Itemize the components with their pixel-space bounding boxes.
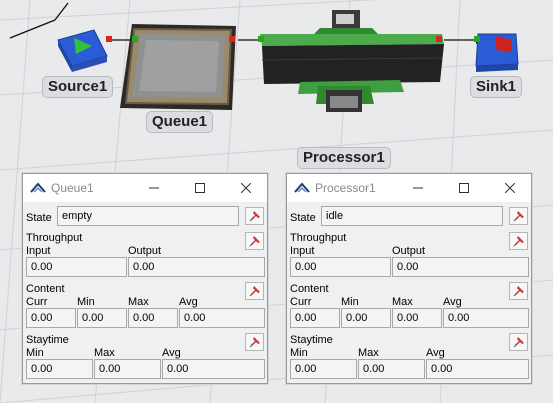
maximize-button[interactable] xyxy=(177,174,223,202)
curr-label: Curr xyxy=(26,296,48,308)
content-min-field[interactable]: 0.00 xyxy=(341,308,391,328)
close-icon xyxy=(241,183,251,193)
content-label: Content xyxy=(26,283,65,295)
flexsim-logo-icon xyxy=(30,182,46,193)
pin-button[interactable] xyxy=(245,333,264,351)
pin-icon xyxy=(513,337,524,348)
source-object[interactable] xyxy=(57,29,112,72)
maximize-icon xyxy=(195,183,205,193)
pin-button[interactable] xyxy=(245,232,264,250)
content-label: Content xyxy=(290,283,329,295)
close-icon xyxy=(505,183,515,193)
content-max-field[interactable]: 0.00 xyxy=(392,308,442,328)
pin-icon xyxy=(249,211,260,222)
minimize-button[interactable] xyxy=(131,174,177,202)
staytime-max-field[interactable]: 0.00 xyxy=(94,359,161,379)
pin-icon xyxy=(513,236,524,247)
window-titlebar[interactable]: Processor1 xyxy=(287,174,531,202)
max-label: Max xyxy=(128,296,149,308)
content-curr-field[interactable]: 0.00 xyxy=(26,308,76,328)
avg-label: Avg xyxy=(443,296,462,308)
processor-object[interactable] xyxy=(258,10,444,112)
minimize-button[interactable] xyxy=(395,174,441,202)
queue-properties-window[interactable]: Queue1 State empty Throughput Input Outp… xyxy=(22,173,268,384)
input-field[interactable]: 0.00 xyxy=(26,257,127,277)
output-label: Output xyxy=(128,245,162,257)
staytime-label: Staytime xyxy=(26,334,69,346)
source-label[interactable]: Source1 xyxy=(42,76,114,98)
window-title: Processor1 xyxy=(315,181,376,195)
flexsim-logo-icon xyxy=(294,182,310,193)
curr-label: Curr xyxy=(290,296,312,308)
staytime-min-label: Min xyxy=(290,347,308,359)
state-label: State xyxy=(26,212,52,224)
window-title: Queue1 xyxy=(51,181,94,195)
pin-button[interactable] xyxy=(509,282,528,300)
content-max-field[interactable]: 0.00 xyxy=(128,308,178,328)
throughput-label: Throughput xyxy=(290,232,347,244)
staytime-max-label: Max xyxy=(94,347,115,359)
close-button[interactable] xyxy=(487,174,533,202)
sink-object[interactable] xyxy=(474,33,519,72)
state-label: State xyxy=(290,212,316,224)
staytime-avg-field[interactable]: 0.00 xyxy=(162,359,265,379)
sink-label[interactable]: Sink1 xyxy=(470,76,523,98)
staytime-label: Staytime xyxy=(290,334,333,346)
pin-button[interactable] xyxy=(509,333,528,351)
staytime-min-field[interactable]: 0.00 xyxy=(290,359,357,379)
output-field[interactable]: 0.00 xyxy=(128,257,265,277)
pin-button[interactable] xyxy=(245,282,264,300)
staytime-max-label: Max xyxy=(358,347,379,359)
pin-icon xyxy=(249,337,260,348)
throughput-label: Throughput xyxy=(26,232,83,244)
pin-icon xyxy=(249,286,260,297)
content-avg-field[interactable]: 0.00 xyxy=(443,308,529,328)
min-label: Min xyxy=(77,296,95,308)
window-body: State idle Throughput Input Output 0.00 … xyxy=(287,202,531,383)
staytime-min-field[interactable]: 0.00 xyxy=(26,359,93,379)
avg-label: Avg xyxy=(179,296,198,308)
queue-label[interactable]: Queue1 xyxy=(146,111,214,133)
input-label: Input xyxy=(26,245,51,257)
maximize-icon xyxy=(459,183,469,193)
input-label: Input xyxy=(290,245,315,257)
window-titlebar[interactable]: Queue1 xyxy=(23,174,267,202)
window-body: State empty Throughput Input Output 0.00… xyxy=(23,202,267,383)
maximize-button[interactable] xyxy=(441,174,487,202)
pin-button[interactable] xyxy=(509,232,528,250)
pin-button[interactable] xyxy=(245,207,264,225)
content-curr-field[interactable]: 0.00 xyxy=(290,308,340,328)
output-label: Output xyxy=(392,245,426,257)
max-label: Max xyxy=(392,296,413,308)
staytime-avg-label: Avg xyxy=(162,347,181,359)
pin-icon xyxy=(513,211,524,222)
staytime-min-label: Min xyxy=(26,347,44,359)
state-field[interactable]: idle xyxy=(321,206,503,226)
minimize-icon xyxy=(149,187,159,189)
processor-label[interactable]: Processor1 xyxy=(297,147,391,169)
pin-button[interactable] xyxy=(509,207,528,225)
min-label: Min xyxy=(341,296,359,308)
staytime-max-field[interactable]: 0.00 xyxy=(358,359,425,379)
content-min-field[interactable]: 0.00 xyxy=(77,308,127,328)
input-field[interactable]: 0.00 xyxy=(290,257,391,277)
state-field[interactable]: empty xyxy=(57,206,239,226)
output-field[interactable]: 0.00 xyxy=(392,257,529,277)
processor-properties-window[interactable]: Processor1 State idle Throughput Input O… xyxy=(286,173,532,384)
pin-icon xyxy=(513,286,524,297)
minimize-icon xyxy=(413,187,423,189)
staytime-avg-label: Avg xyxy=(426,347,445,359)
queue-object[interactable] xyxy=(120,24,236,110)
staytime-avg-field[interactable]: 0.00 xyxy=(426,359,529,379)
close-button[interactable] xyxy=(223,174,269,202)
content-avg-field[interactable]: 0.00 xyxy=(179,308,265,328)
pin-icon xyxy=(249,236,260,247)
